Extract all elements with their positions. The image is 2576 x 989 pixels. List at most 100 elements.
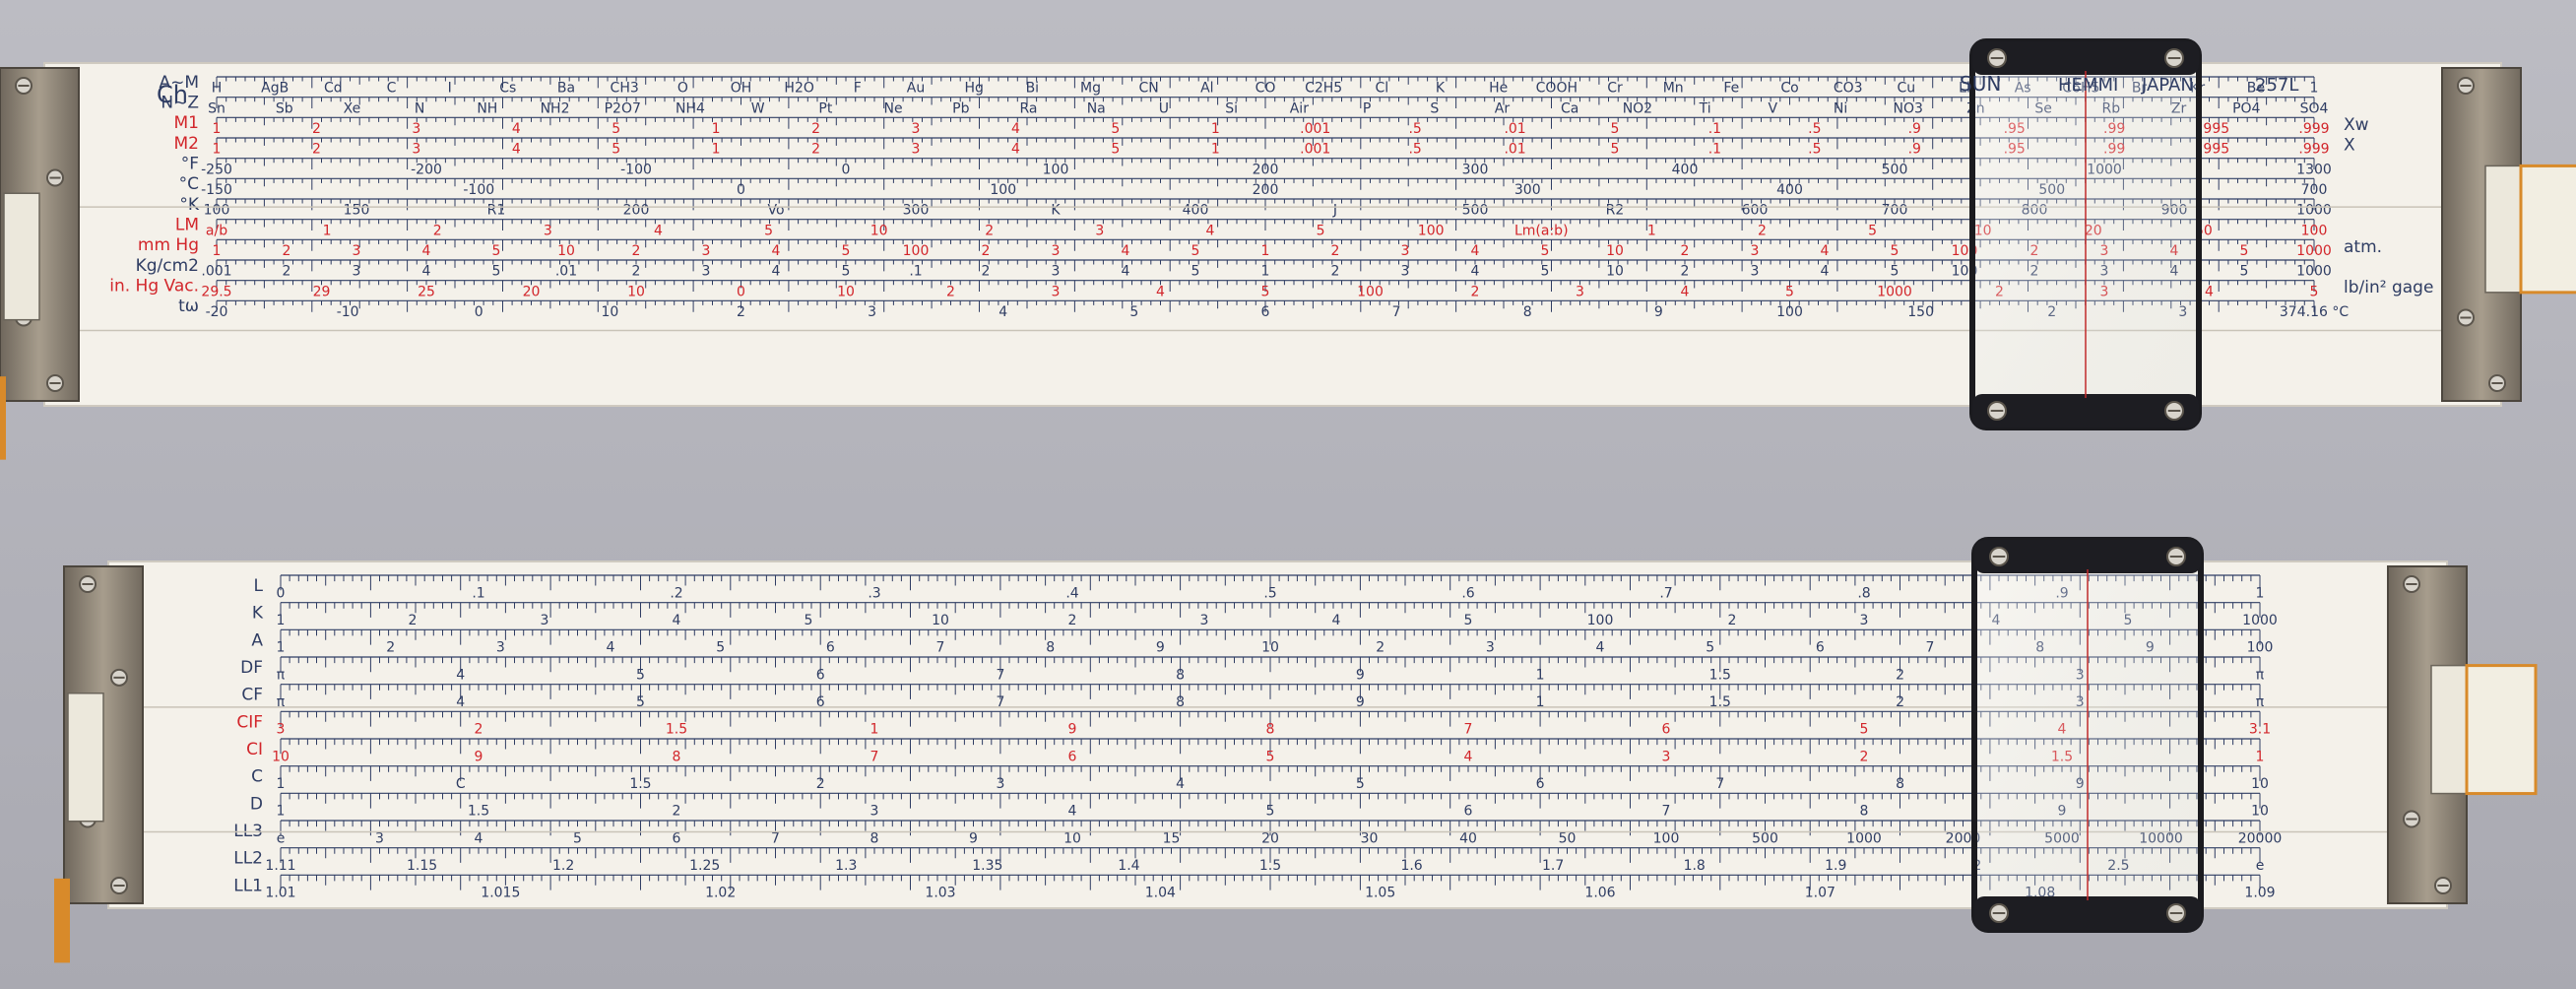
tick-label: 1.9	[1825, 858, 1846, 874]
tick-label: 5	[492, 243, 501, 259]
tick-label: 3	[1486, 640, 1495, 656]
scale-label-nz: N~Z	[161, 94, 199, 113]
tick-label: π	[277, 667, 286, 683]
tick-label: 6	[1536, 776, 1545, 792]
tick-label: 2	[475, 722, 483, 738]
tick-label: K	[1051, 203, 1061, 219]
tick-label: 100	[1653, 830, 1680, 846]
tick-label: CO	[1256, 81, 1276, 97]
tick-label: 9	[1356, 667, 1365, 683]
tick-label: 3	[996, 776, 1004, 792]
tick-label: 1.3	[835, 858, 857, 874]
tick-label: 1	[213, 243, 222, 259]
tick-label: 2	[1728, 613, 1737, 628]
bracket-tab	[2484, 165, 2522, 294]
tick-label: 7	[1464, 722, 1473, 738]
tick-label: H2O	[784, 81, 813, 97]
tick-label: 20000	[2238, 830, 2283, 846]
tick-label: Ar	[1495, 100, 1511, 116]
scale-label-m2: M2	[174, 134, 199, 154]
tick-label: 200	[623, 203, 650, 219]
tick-label: SO4	[2300, 100, 2329, 116]
tick-label: 100	[1418, 223, 1445, 238]
tick-label: 3	[1860, 613, 1869, 628]
tick-label: J	[1332, 203, 1337, 219]
tick-label: 5	[1541, 264, 1550, 280]
bracket-tab	[67, 692, 104, 823]
tick-label: 400	[1672, 162, 1699, 177]
tick-label: 2	[1331, 243, 1340, 259]
tick-label: 3.1	[2249, 722, 2271, 738]
tick-label: 200	[1253, 162, 1279, 177]
tick-label: 1.2	[552, 858, 574, 874]
scale-label-mmhg: mm Hg	[138, 235, 199, 255]
tick-label: 1.15	[407, 858, 437, 874]
tick-label: 5	[1317, 223, 1325, 238]
tick-label: 3	[496, 640, 505, 656]
tick-label: 1	[1261, 243, 1270, 259]
tick-label: 2	[1896, 667, 1904, 683]
tick-label: 100	[1587, 613, 1614, 628]
tick-label: 1	[213, 121, 222, 137]
slider-tongue	[2519, 164, 2576, 295]
tick-label: .8	[1857, 585, 1870, 601]
tick-label: 6	[1816, 640, 1825, 656]
tick-label: 7	[996, 667, 1004, 683]
tick-label: Ne	[884, 100, 903, 116]
tick-label: 1	[712, 142, 721, 158]
tick-label: .5	[1408, 142, 1421, 158]
tick-label: 4	[1471, 264, 1480, 280]
tick-label: .5	[1408, 121, 1421, 137]
tick-label: 3	[702, 264, 711, 280]
tick-label: 5	[1611, 121, 1620, 137]
scale-label-inhg: in. Hg Vac.	[109, 277, 199, 297]
tick-label: 6	[673, 830, 681, 846]
scale-label-LL1: LL1	[233, 876, 263, 895]
tick-label: 4	[2205, 284, 2214, 299]
tick-label: C	[456, 776, 466, 792]
tick-label: 7	[1392, 304, 1401, 320]
tick-label: NH2	[541, 100, 570, 116]
tick-label: 5	[492, 264, 501, 280]
tick-label: 10	[837, 284, 855, 299]
cursor	[1969, 38, 2202, 430]
left-end-bracket	[0, 67, 80, 460]
tick-label: .7	[1659, 585, 1672, 601]
tick-label: .1	[1708, 142, 1721, 158]
tick-label: 40	[1459, 830, 1477, 846]
tick-label: 2	[386, 640, 395, 656]
tick-label: 100	[204, 203, 230, 219]
tick-label: 3	[1052, 243, 1061, 259]
tick-label: 5	[1129, 304, 1138, 320]
tick-label: 3	[544, 223, 552, 238]
tick-label: 1.02	[705, 886, 736, 901]
bracket-tab	[2430, 664, 2468, 795]
tick-label: .001	[1300, 142, 1330, 158]
tick-label: .5	[1263, 585, 1276, 601]
tick-label: 1	[277, 776, 286, 792]
tick-label: 10	[1606, 243, 1624, 259]
scale-unit-m1: Xw	[2344, 115, 2369, 135]
scale-label-DF: DF	[240, 658, 263, 678]
tick-label: 1.5	[1709, 667, 1731, 683]
tick-label: .01	[1504, 142, 1525, 158]
tick-label: C2H5	[1305, 81, 1342, 97]
tick-label: Ti	[1699, 100, 1711, 116]
scale-label-m1: M1	[174, 113, 199, 133]
tick-label: CO3	[1834, 81, 1863, 97]
tick-label: 7	[1926, 640, 1935, 656]
tick-label: 5	[1191, 243, 1200, 259]
tick-label: 300	[903, 203, 930, 219]
tick-label: 2	[673, 804, 681, 820]
tick-label: .5	[1808, 142, 1821, 158]
tick-label: C	[387, 81, 397, 97]
tick-label: e	[2256, 858, 2265, 874]
tick-label: .4	[1065, 585, 1078, 601]
tick-label: 3	[702, 243, 711, 259]
tick-label: -100	[620, 162, 652, 177]
tick-label: 5	[1891, 264, 1900, 280]
tick-label: .999	[2298, 142, 2329, 158]
tick-label: 4	[512, 121, 521, 137]
tick-label: .2	[670, 585, 682, 601]
tick-label: 0	[737, 284, 745, 299]
